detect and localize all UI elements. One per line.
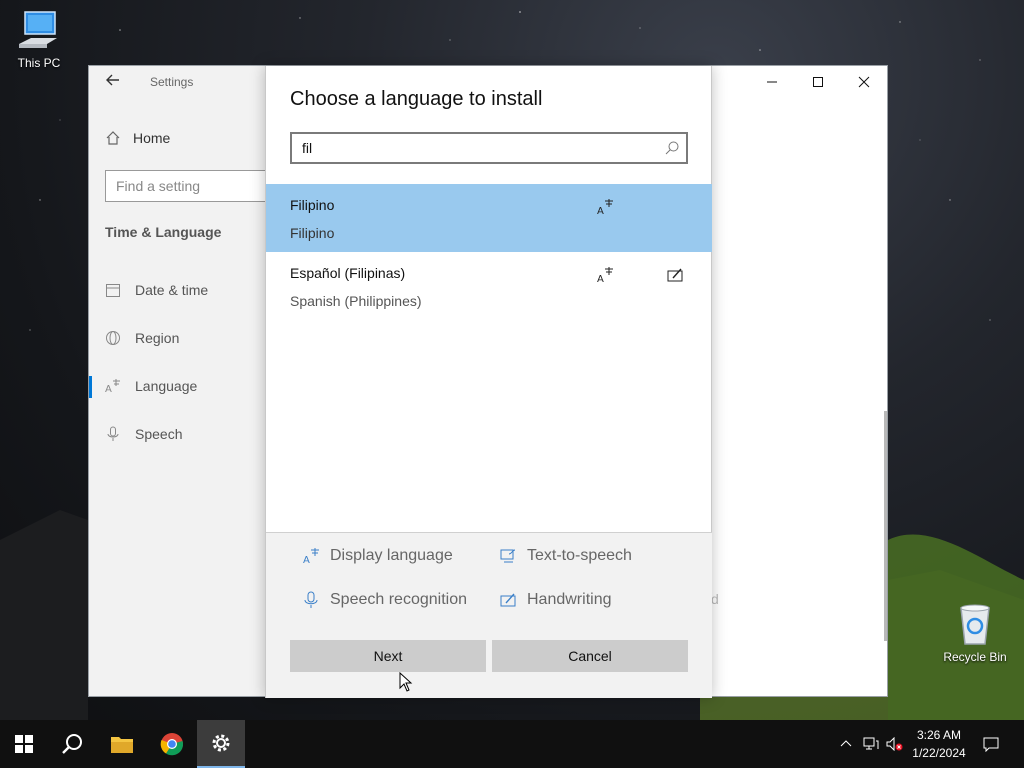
back-button[interactable] [103,72,123,92]
sidebar-item-language[interactable]: A Language [105,378,197,394]
recycle-bin-desktop-icon[interactable]: Recycle Bin [940,602,1010,664]
legend-speech-recognition: Speech recognition [302,591,467,609]
svg-text:A: A [597,274,604,284]
microphone-icon [105,426,121,442]
language-option-filipino[interactable]: Filipino Filipino A [266,184,712,252]
close-icon [858,76,870,88]
legend-label: Text-to-speech [527,547,632,564]
window-scrollbar[interactable] [884,411,887,641]
windows-logo-icon [15,735,33,753]
display-language-icon: A [597,199,613,216]
legend-text-to-speech: Text-to-speech [499,547,632,565]
taskbar: 3:26 AM 1/22/2024 [0,720,1024,768]
language-name: Filipino [290,197,335,213]
svg-text:A: A [597,206,604,216]
handwriting-icon [499,591,517,609]
window-controls [749,66,887,98]
minimize-icon [767,81,777,83]
handwriting-icon [667,268,683,282]
sidebar-item-region[interactable]: Region [105,330,179,346]
legend-display-language: A Display language [302,547,453,565]
find-setting-input[interactable]: Find a setting [105,170,275,202]
display-language-icon: A [302,547,320,565]
sidebar-item-date-time[interactable]: Date & time [105,282,208,298]
globe-icon [105,330,121,346]
microphone-icon [302,591,320,609]
minimize-button[interactable] [749,66,795,98]
background-text-fragment: d [711,591,719,607]
app-title: Settings [150,75,194,89]
language-icon: A [105,378,121,394]
folder-icon [111,737,133,753]
computer-icon [19,11,57,48]
this-pc-label: This PC [17,56,61,70]
display-language-icon: A [597,267,613,284]
sidebar-item-label: Language [135,378,198,394]
chrome-button[interactable] [148,720,196,768]
section-title: Time & Language [105,224,222,240]
sidebar-item-speech[interactable]: Speech [105,426,182,442]
action-center-button[interactable] [976,720,1006,768]
chrome-icon [160,733,184,756]
back-arrow-icon [106,74,119,86]
file-explorer-button[interactable] [98,720,146,768]
network-icon [863,737,879,750]
this-pc-desktop-icon[interactable]: This PC [4,10,74,70]
language-subtitle: Filipino [290,225,335,241]
svg-text:A: A [105,384,112,394]
gear-icon [212,734,230,752]
maximize-icon [813,77,823,87]
tray-overflow-button[interactable] [836,720,856,768]
language-option-spanish-philippines[interactable]: Español (Filipinas) Spanish (Philippines… [266,252,712,320]
home-icon [106,131,120,145]
legend-label: Speech recognition [330,591,467,608]
feature-legend: A Display language Text-to-speech Speech… [266,533,712,698]
language-search-input[interactable] [292,134,652,162]
settings-sidebar: Settings Home Find a setting Time & Lang… [89,66,275,696]
home-label: Home [133,130,171,146]
sidebar-item-label: Speech [135,426,183,442]
choose-language-dialog: Choose a language to install Filipino Fi… [265,66,712,698]
language-search-box [290,132,688,164]
calendar-clock-icon [105,282,121,298]
start-button[interactable] [0,720,48,768]
svg-text:A: A [303,555,310,565]
text-to-speech-icon [499,547,517,565]
legend-handwriting: Handwriting [499,591,611,609]
legend-label: Handwriting [527,591,612,608]
language-subtitle: Spanish (Philippines) [290,293,422,309]
mouse-pointer-icon [399,672,413,692]
language-name: Español (Filipinas) [290,265,406,281]
recycle-bin-label: Recycle Bin [943,650,1007,664]
network-tray-icon-button[interactable] [860,720,882,768]
notification-icon [983,737,999,752]
recycle-bin-icon [960,604,990,645]
chevron-up-icon [840,740,852,747]
clock-date: 1/22/2024 [912,746,966,760]
language-list: Filipino Filipino A Español (Filipinas) … [266,184,712,532]
volume-tray-icon-button[interactable] [884,720,906,768]
legend-label: Display language [330,547,453,564]
sidebar-item-label: Region [135,330,180,346]
settings-window: Settings Home Find a setting Time & Lang… [88,65,888,698]
dialog-title: Choose a language to install [290,88,543,110]
search-icon [62,734,82,754]
clock-time: 3:26 AM [916,728,962,742]
system-clock[interactable]: 3:26 AM 1/22/2024 [905,726,973,762]
settings-taskbar-button[interactable] [197,720,245,768]
sidebar-item-label: Date & time [135,282,209,298]
cancel-button[interactable]: Cancel [492,640,688,672]
next-button[interactable]: Next [290,640,486,672]
volume-muted-icon [886,737,903,751]
find-setting-placeholder: Find a setting [116,178,201,194]
active-indicator [89,376,92,398]
close-button[interactable] [841,66,887,98]
maximize-button[interactable] [795,66,841,98]
home-nav-item[interactable]: Home [105,130,170,146]
search-icon[interactable] [664,140,680,156]
search-button[interactable] [48,720,96,768]
